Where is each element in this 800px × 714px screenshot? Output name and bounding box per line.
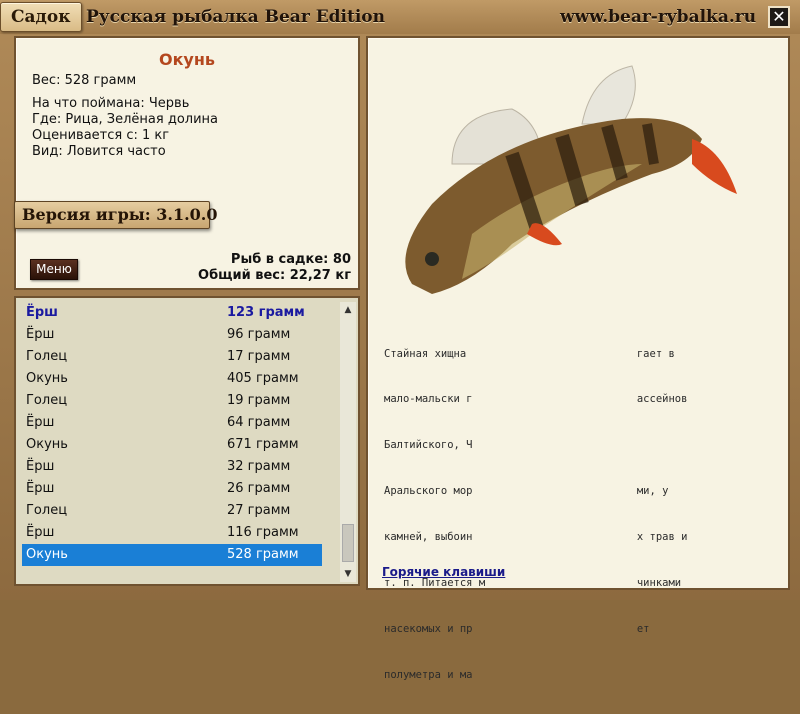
fish-type: Ёрш bbox=[26, 415, 55, 430]
fish-type: Окунь bbox=[26, 371, 68, 386]
game-title: Русская рыбалка Bear Edition bbox=[86, 7, 386, 27]
fish-detail-panel: Стайная хищна гает в мало-мальски г ассе… bbox=[366, 36, 790, 681]
menu-button[interactable]: Меню bbox=[30, 259, 78, 280]
tab-sadok[interactable]: Садок bbox=[0, 2, 82, 32]
list-item[interactable]: Ёрш 123 грамм bbox=[22, 302, 322, 324]
fish-name: Окунь bbox=[158, 50, 216, 69]
list-item[interactable]: Окунь 528 грамм bbox=[22, 544, 322, 566]
fish-type: Голец bbox=[26, 393, 68, 408]
fish-image bbox=[405, 65, 737, 295]
list-item[interactable]: Ёрш 26 грамм bbox=[22, 478, 322, 500]
description-line: камней, выбоин х трав и bbox=[384, 531, 688, 544]
list-item[interactable]: Окунь 405 грамм bbox=[22, 368, 322, 390]
scroll-thumb[interactable] bbox=[342, 524, 354, 562]
site-url: www.bear-rybalka.ru bbox=[560, 7, 757, 27]
fish-weight-cell: 528 грамм bbox=[227, 547, 299, 562]
list-item[interactable]: Голец 17 грамм bbox=[22, 346, 322, 368]
list-item[interactable]: Ёрш 96 грамм bbox=[22, 324, 322, 346]
description-line: Аральского мор ми, у bbox=[384, 485, 669, 498]
list-item[interactable]: Голец 19 грамм bbox=[22, 390, 322, 412]
list-item[interactable]: Окунь 671 грамм bbox=[22, 434, 322, 456]
fish-rarity: Вид: Ловится часто bbox=[32, 144, 166, 159]
fish-weight-cell: 405 грамм bbox=[227, 371, 299, 386]
fish-weight-cell: 32 грамм bbox=[227, 459, 291, 474]
fish-type: Ёрш bbox=[26, 459, 55, 474]
fish-bait: На что поймана: Червь bbox=[32, 96, 190, 111]
close-button[interactable]: ✕ bbox=[768, 6, 790, 28]
total-weight: Общий вес: 22,27 кг bbox=[198, 268, 351, 283]
fish-type: Голец bbox=[26, 503, 68, 518]
fish-weight-cell: 26 грамм bbox=[227, 481, 291, 496]
description-line: насекомых и пр ет bbox=[384, 622, 650, 635]
hotkeys-link[interactable]: Горячие клавиши bbox=[382, 565, 505, 579]
list-item[interactable]: Ёрш 116 грамм bbox=[22, 522, 322, 544]
fish-type: Ёрш bbox=[26, 305, 58, 320]
fish-weight-cell: 17 грамм bbox=[227, 349, 291, 364]
fish-weight-cell: 123 грамм bbox=[227, 305, 305, 320]
fish-weight-cell: 27 грамм bbox=[227, 503, 291, 518]
description-line: Балтийского, Ч bbox=[384, 439, 473, 452]
fish-type: Ёрш bbox=[26, 525, 55, 540]
scroll-down-icon[interactable]: ▼ bbox=[340, 566, 356, 582]
title-bar: Садок Русская рыбалка Bear Edition www.b… bbox=[0, 0, 800, 34]
fish-description: Стайная хищна гает в мало-мальски г ассе… bbox=[384, 316, 734, 714]
scrollbar[interactable]: ▲ ▼ bbox=[340, 302, 356, 582]
description-line: полуметра и ма bbox=[384, 668, 473, 681]
fish-weight: Вес: 528 грамм bbox=[32, 73, 137, 88]
fish-weight-cell: 64 грамм bbox=[227, 415, 291, 430]
fish-weight-cell: 671 грамм bbox=[227, 437, 299, 452]
version-label: Версия игры: 3.1.0.0 bbox=[14, 201, 218, 229]
description-line: Стайная хищна гает в bbox=[384, 347, 675, 360]
list-item[interactable]: Ёрш 32 грамм bbox=[22, 456, 322, 478]
fish-type: Окунь bbox=[26, 547, 68, 562]
fish-weight-cell: 116 грамм bbox=[227, 525, 299, 540]
close-icon: ✕ bbox=[772, 7, 786, 26]
fish-count: Рыб в садке: 80 bbox=[230, 252, 351, 267]
game-window: Садок Русская рыбалка Bear Edition www.b… bbox=[0, 0, 800, 681]
catch-list[interactable]: Ёрш 123 грамм Ёрш 96 грамм Голец 17 грамм Окун… bbox=[14, 296, 360, 586]
scroll-up-icon[interactable]: ▲ bbox=[340, 302, 356, 318]
fish-type: Ёрш bbox=[26, 327, 55, 342]
fish-valued: Оценивается с: 1 кг bbox=[32, 128, 170, 143]
fish-weight-cell: 19 грамм bbox=[227, 393, 291, 408]
list-item[interactable]: Голец 27 грамм bbox=[22, 500, 322, 522]
fish-type: Голец bbox=[26, 349, 68, 364]
fish-info-panel: Окунь Вес: 528 грамм На что поймана: Чер… bbox=[14, 36, 360, 290]
list-item[interactable]: Ёрш 64 грамм bbox=[22, 412, 322, 434]
fish-location: Где: Рица, Зелёная долина bbox=[32, 112, 219, 127]
fish-type: Окунь bbox=[26, 437, 68, 452]
fish-weight-cell: 96 грамм bbox=[227, 327, 291, 342]
fish-type: Ёрш bbox=[26, 481, 55, 496]
description-line: мало-мальски г ассейнов bbox=[384, 393, 688, 406]
